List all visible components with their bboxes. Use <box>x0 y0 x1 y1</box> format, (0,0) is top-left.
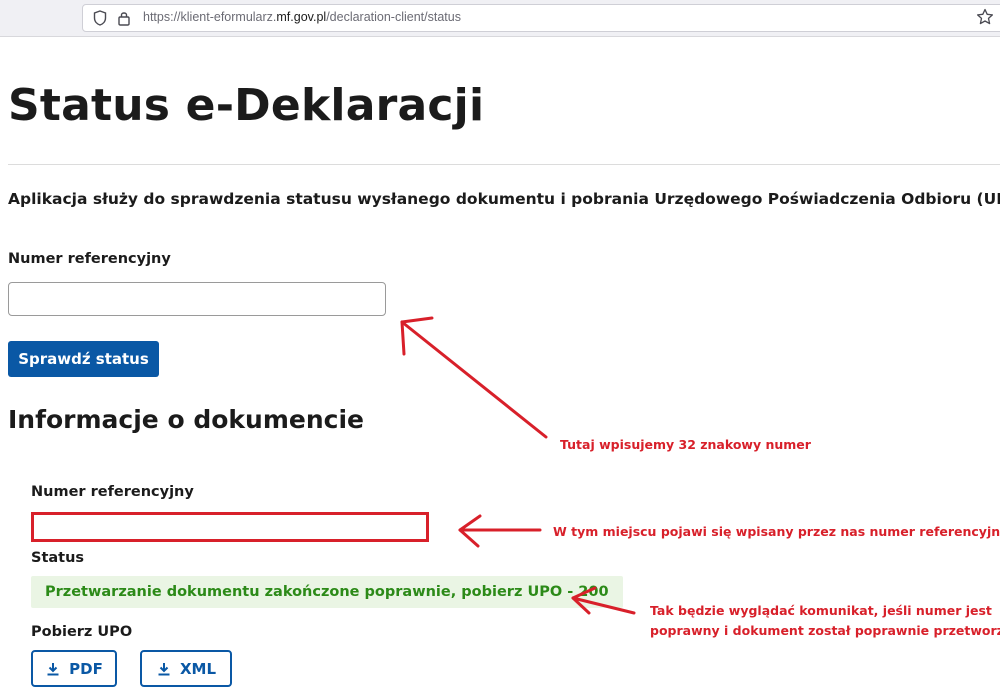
download-icon <box>47 662 59 675</box>
check-status-button[interactable]: Sprawdź status <box>8 341 159 377</box>
download-pdf-button[interactable]: PDF <box>31 650 117 687</box>
lock-icon[interactable] <box>117 10 131 26</box>
download-upo-label: Pobierz UPO <box>31 624 133 640</box>
annotation-input-note: Tutaj wpisujemy 32 znakowy numer <box>560 437 811 452</box>
url-prefix: https://klient-eformularz. <box>143 10 277 24</box>
page-title: Status e-Deklaracji <box>8 80 485 131</box>
document-info-heading: Informacje o dokumencie <box>8 405 364 434</box>
annotation-status-note-line1: Tak będzie wyglądać komunikat, jeśli num… <box>650 603 992 618</box>
annotation-status-note-line2: poprawny i dokument został poprawnie prz… <box>650 623 1000 638</box>
status-message: Przetwarzanie dokumentu zakończone popra… <box>31 576 623 608</box>
doc-ref-label: Numer referencyjny <box>31 484 194 500</box>
url-text: https://klient-eformularz.mf.gov.pl/decl… <box>143 10 461 24</box>
title-divider <box>8 164 1000 165</box>
browser-toolbar: https://klient-eformularz.mf.gov.pl/decl… <box>0 0 1000 37</box>
ref-number-input[interactable] <box>8 282 386 316</box>
doc-ref-value <box>31 512 429 542</box>
shield-icon[interactable] <box>93 10 107 26</box>
download-icon <box>158 662 170 675</box>
doc-status-label: Status <box>31 550 85 566</box>
star-icon[interactable] <box>976 8 994 26</box>
download-xml-button[interactable]: XML <box>140 650 232 687</box>
arrow-to-input <box>400 320 548 439</box>
address-bar[interactable]: https://klient-eformularz.mf.gov.pl/decl… <box>82 4 1000 32</box>
annotation-ref-note: W tym miejscu pojawi się wpisany przez n… <box>553 524 1000 539</box>
pdf-label: PDF <box>69 659 103 678</box>
xml-label: XML <box>179 659 217 678</box>
page-description: Aplikacja służy do sprawdzenia statusu w… <box>8 190 1000 208</box>
url-domain: mf.gov.pl <box>276 10 327 24</box>
url-path: /declaration-client/status <box>326 10 461 24</box>
ref-number-label: Numer referencyjny <box>8 251 171 267</box>
